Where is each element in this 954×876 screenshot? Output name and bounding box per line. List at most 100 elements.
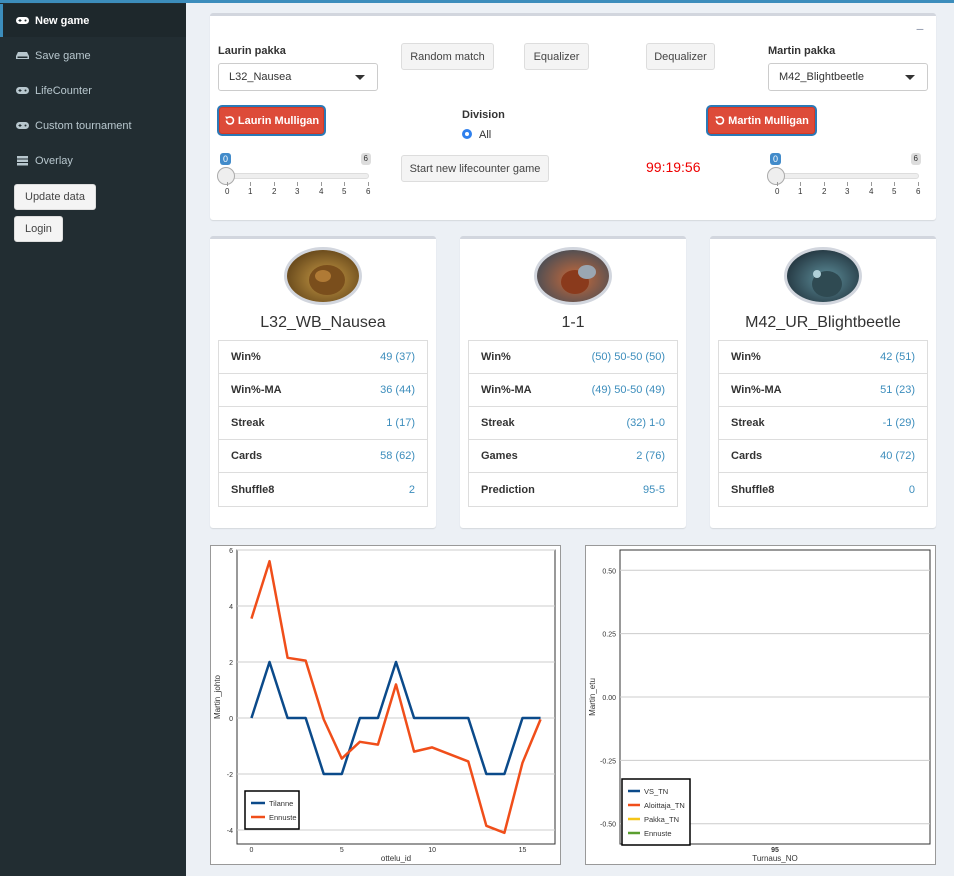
stat-value: (49) 50-50 (49): [591, 384, 665, 396]
stat-value: 42 (51): [880, 351, 915, 363]
sidebar-item-new-game[interactable]: New game: [0, 4, 186, 37]
drive-icon: [16, 51, 29, 60]
stat-row: Games 2 (76): [469, 440, 677, 473]
stat-row: Streak 1 (17): [219, 407, 427, 440]
dequalizer-button[interactable]: Dequalizer: [646, 43, 715, 70]
slider-ticks: 0 1 2 3 4 5 6: [219, 182, 371, 198]
martin-advantage-chart-svg: 0.50 0.25 0.00 -0.25 -0.50 95Turnaus_NO Martin…: [588, 549, 931, 863]
stat-value: 2: [408, 483, 415, 496]
stat-row: Prediction 95-5: [469, 473, 677, 506]
stat-row: Win%-MA 36 (44): [219, 374, 427, 407]
martin-mulligan-button[interactable]: Martin Mulligan: [708, 107, 815, 134]
x-tick-label: 95: [771, 847, 779, 854]
martin-mulligan-label: Martin Mulligan: [728, 114, 809, 127]
martin-deck-value: M42_Blightbeetle: [779, 71, 865, 83]
slider-max-value: 6: [910, 153, 921, 165]
deck-title: M42_UR_Blightbeetle: [745, 314, 901, 331]
y-axis-label: Martin_etu: [588, 678, 597, 716]
stat-value: 51 (23): [880, 384, 915, 396]
stat-value: 40 (72): [880, 450, 915, 462]
sidebar-item-custom-tournament[interactable]: Custom tournament: [0, 109, 186, 142]
martin-deck-card: M42_UR_Blightbeetle Win% 42 (51) Win%-MA 5…: [710, 236, 936, 528]
y-tick-label: -0.25: [600, 758, 616, 765]
laurin-deck-value: L32_Nausea: [229, 71, 292, 83]
y-tick-label: 4: [229, 604, 233, 611]
login-button[interactable]: Login: [14, 216, 63, 242]
stat-key: Prediction: [481, 483, 535, 496]
y-axis-label: Martin_johto: [213, 674, 222, 719]
undo-icon: [224, 116, 235, 125]
stat-value: 36 (44): [380, 384, 415, 396]
update-data-button[interactable]: Update data: [14, 184, 96, 210]
stat-key: Win%: [731, 351, 761, 363]
tick-label: 4: [319, 187, 324, 196]
stats-table: Win% 49 (37) Win%-MA 36 (44) Streak 1 (17) …: [218, 340, 428, 507]
laurin-slider[interactable]: 0 6 0 1 2 3 4 5 6: [217, 153, 371, 198]
slider-ticks: 0 1 2 3 4 5 6: [769, 182, 920, 198]
stat-key: Games: [481, 450, 518, 462]
division-all-radio[interactable]: [462, 129, 472, 139]
stat-key: Win%: [231, 351, 261, 363]
stat-value: 58 (62): [380, 450, 415, 462]
tick-label: 0: [225, 187, 230, 196]
collapse-button[interactable]: −: [916, 21, 924, 37]
stat-key: Win%: [481, 351, 511, 363]
sidebar-item-label: Overlay: [35, 154, 73, 167]
x-tick-label: 10: [428, 847, 436, 854]
undo-icon: [715, 116, 725, 125]
stat-key: Streak: [481, 417, 515, 429]
matchup-card: 1-1 Win% (50) 50-50 (50) Win%-MA (49) 50-5…: [460, 236, 686, 528]
martin-deck-select[interactable]: M42_Blightbeetle: [768, 63, 928, 91]
controls-box: − Laurin pakka L32_Nausea Random match E…: [210, 13, 936, 220]
legend-box: [244, 790, 300, 830]
stats-table: Win% 42 (51) Win%-MA 51 (23) Streak -1 (29)…: [718, 340, 928, 507]
stat-key: Streak: [231, 417, 265, 429]
slider-max-value: 6: [360, 153, 371, 165]
tick-label: 2: [272, 187, 277, 196]
laurin-deck-select[interactable]: L32_Nausea: [218, 63, 378, 91]
x-tick-label: 5: [340, 847, 344, 854]
sidebar-item-lifecounter[interactable]: LifeCounter: [0, 74, 186, 107]
equalizer-button[interactable]: Equalizer: [524, 43, 589, 70]
matchup-art-avatar: [534, 247, 612, 305]
legend-label: Ennuste: [644, 829, 672, 838]
stat-key: Shuffle8: [231, 483, 275, 496]
sidebar-item-label: Custom tournament: [35, 119, 132, 132]
y-tick-label: 0.25: [602, 632, 616, 639]
stat-row: Win% (50) 50-50 (50): [469, 341, 677, 374]
deck-art-avatar: [784, 247, 862, 305]
stat-key: Shuffle8: [731, 483, 775, 496]
deck-art-avatar: [284, 247, 362, 305]
tick-label: 3: [295, 187, 300, 196]
tick-label: 5: [892, 187, 897, 196]
legend-label: Aloittaja_TN: [644, 801, 685, 810]
matchup-title: 1-1: [561, 314, 585, 331]
stat-row: Win%-MA 51 (23): [719, 374, 927, 407]
legend-label: Ennuste: [269, 813, 297, 822]
stat-row: Cards 58 (62): [219, 440, 427, 473]
sidebar-item-save-game[interactable]: Save game: [0, 39, 186, 72]
stats-table: Win% (50) 50-50 (50) Win%-MA (49) 50-50 (4…: [468, 340, 678, 507]
stat-row: Win% 42 (51): [719, 341, 927, 374]
tick-label: 1: [798, 187, 803, 196]
y-tick-label: -2: [227, 772, 233, 779]
x-tick-label: 15: [519, 847, 527, 854]
legend-label: VS_TN: [644, 787, 668, 796]
laurin-mulligan-button[interactable]: Laurin Mulligan: [219, 107, 324, 134]
martin-slider[interactable]: 0 6 0 1 2 3 4 5 6: [767, 153, 921, 198]
sidebar-item-overlay[interactable]: Overlay: [0, 144, 186, 177]
stat-row: Shuffle8 2: [219, 473, 427, 506]
sidebar-item-label: LifeCounter: [35, 84, 92, 97]
tick-label: 6: [366, 187, 371, 196]
stat-value: (32) 1-0: [626, 417, 665, 429]
stat-value: 1 (17): [386, 417, 415, 429]
laurin-mulligan-label: Laurin Mulligan: [237, 114, 320, 127]
random-match-button[interactable]: Random match: [401, 43, 494, 70]
tick-label: 3: [845, 187, 850, 196]
y-tick-label: 0: [229, 716, 233, 723]
stat-key: Win%-MA: [731, 384, 782, 396]
stat-value: 2 (76): [636, 450, 665, 462]
x-axis-label: ottelu_id: [381, 854, 411, 863]
sidebar: New game Save game LifeCounter Custom to…: [0, 3, 186, 876]
start-lifecounter-button[interactable]: Start new lifecounter game: [401, 155, 549, 182]
